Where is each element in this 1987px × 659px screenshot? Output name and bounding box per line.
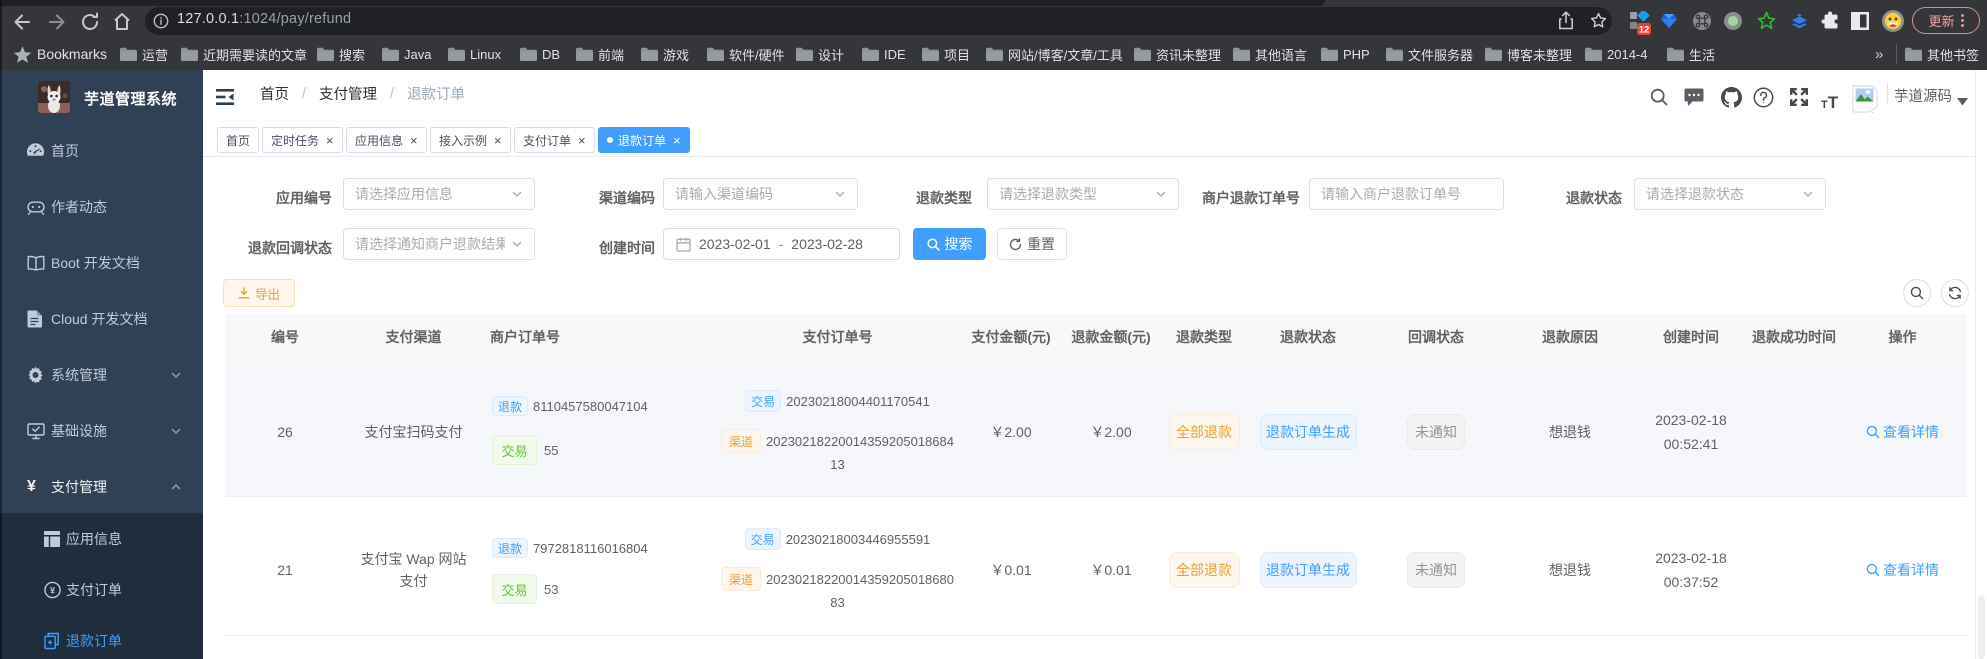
svg-text:¥: ¥	[50, 585, 55, 595]
svg-text:12: 12	[1639, 25, 1650, 36]
